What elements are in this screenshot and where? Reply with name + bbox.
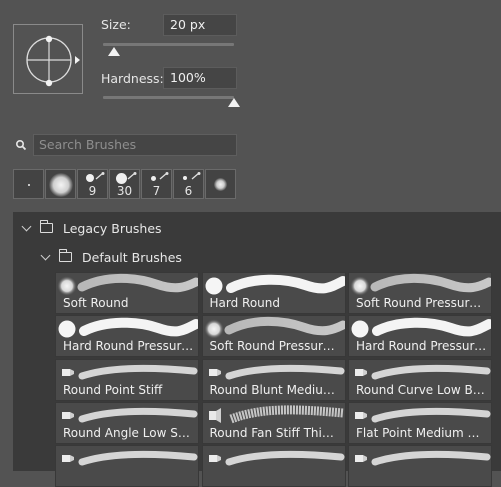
search-brushes-input[interactable]: Search Brushes (33, 134, 237, 156)
recent-brush-3[interactable]: 9 (77, 169, 108, 199)
size-slider-track[interactable] (103, 43, 234, 46)
brush-tile[interactable]: Soft Round (55, 272, 199, 314)
brush-tile[interactable] (348, 445, 492, 487)
brush-tile[interactable]: Soft Round Pressure S... (348, 272, 492, 314)
recent-brush-5[interactable]: 7 (141, 169, 172, 199)
brush-angle-preview[interactable] (13, 24, 83, 94)
brush-name: Round Point Stiff (63, 382, 163, 397)
hardness-slider-track[interactable] (103, 96, 234, 99)
size-input[interactable]: 20 px (163, 14, 237, 36)
brush-tile[interactable]: Round Fan Stiff Thin B... (201, 401, 346, 444)
search-placeholder: Search Brushes (39, 137, 137, 152)
size-slider-thumb[interactable] (108, 47, 120, 56)
brush-name: Soft Round Pressure O... (209, 339, 341, 354)
brush-name: Hard Round Pressure... (356, 339, 487, 354)
chevron-down-icon[interactable] (40, 250, 51, 260)
angle-roundness-widget[interactable] (14, 25, 84, 95)
recent-brush-7[interactable] (205, 169, 236, 199)
folder-legacy-brushes[interactable]: Legacy Brushes (18, 213, 162, 243)
recent-brush-2[interactable] (45, 169, 76, 199)
brush-tile[interactable]: Hard Round Pressure... (348, 315, 492, 358)
brush-tile[interactable]: Hard Round Pressure... (55, 315, 199, 358)
recent-brush-6[interactable]: 6 (173, 169, 204, 199)
brush-name: Flat Point Medium Stiff (356, 425, 487, 440)
hardness-label: Hardness: (101, 71, 164, 86)
brush-name: Round Curve Low Bris... (356, 382, 487, 397)
size-label: Size: (101, 17, 131, 32)
brush-tile[interactable] (55, 445, 199, 487)
brush-name: Round Angle Low Stiff... (63, 425, 194, 440)
bristle-brush-preview (62, 450, 198, 466)
brush-tile[interactable]: Flat Point Medium Stiff (348, 401, 492, 444)
bristle-brush-preview (355, 450, 491, 466)
brush-tile[interactable]: Round Curve Low Bris... (348, 358, 492, 401)
brush-tile[interactable]: Round Blunt Medium... (201, 358, 346, 401)
chevron-down-icon[interactable] (21, 221, 32, 231)
recent-brush-4[interactable]: 30 (109, 169, 140, 199)
recent-brushes-row: 9 30 7 6 (13, 169, 237, 201)
folder-default-brushes[interactable]: Default Brushes (37, 242, 182, 272)
brush-tile[interactable]: Hard Round (201, 272, 346, 314)
brush-tile[interactable]: Round Point Stiff (55, 358, 199, 401)
brush-name: Hard Round Pressure... (63, 339, 194, 354)
brush-tile[interactable]: Round Angle Low Stiff... (55, 401, 199, 444)
brush-tile[interactable]: Soft Round Pressure O... (201, 315, 346, 358)
brush-name: Round Blunt Medium... (209, 382, 341, 397)
folder-name: Legacy Brushes (63, 220, 162, 236)
brush-tile[interactable] (201, 445, 346, 487)
brush-name: Hard Round (209, 296, 281, 310)
hardness-input[interactable]: 100% (163, 67, 237, 89)
folder-icon (58, 249, 72, 262)
folder-icon (39, 220, 53, 233)
search-icon (15, 139, 27, 151)
hardness-slider-thumb[interactable] (228, 98, 240, 107)
brush-name: Round Fan Stiff Thin B... (209, 425, 341, 440)
recent-brush-1[interactable] (13, 169, 44, 199)
brush-name: Soft Round (63, 296, 129, 310)
bristle-brush-preview (208, 450, 344, 466)
folder-name: Default Brushes (82, 249, 182, 265)
brush-name: Soft Round Pressure S... (356, 296, 487, 310)
